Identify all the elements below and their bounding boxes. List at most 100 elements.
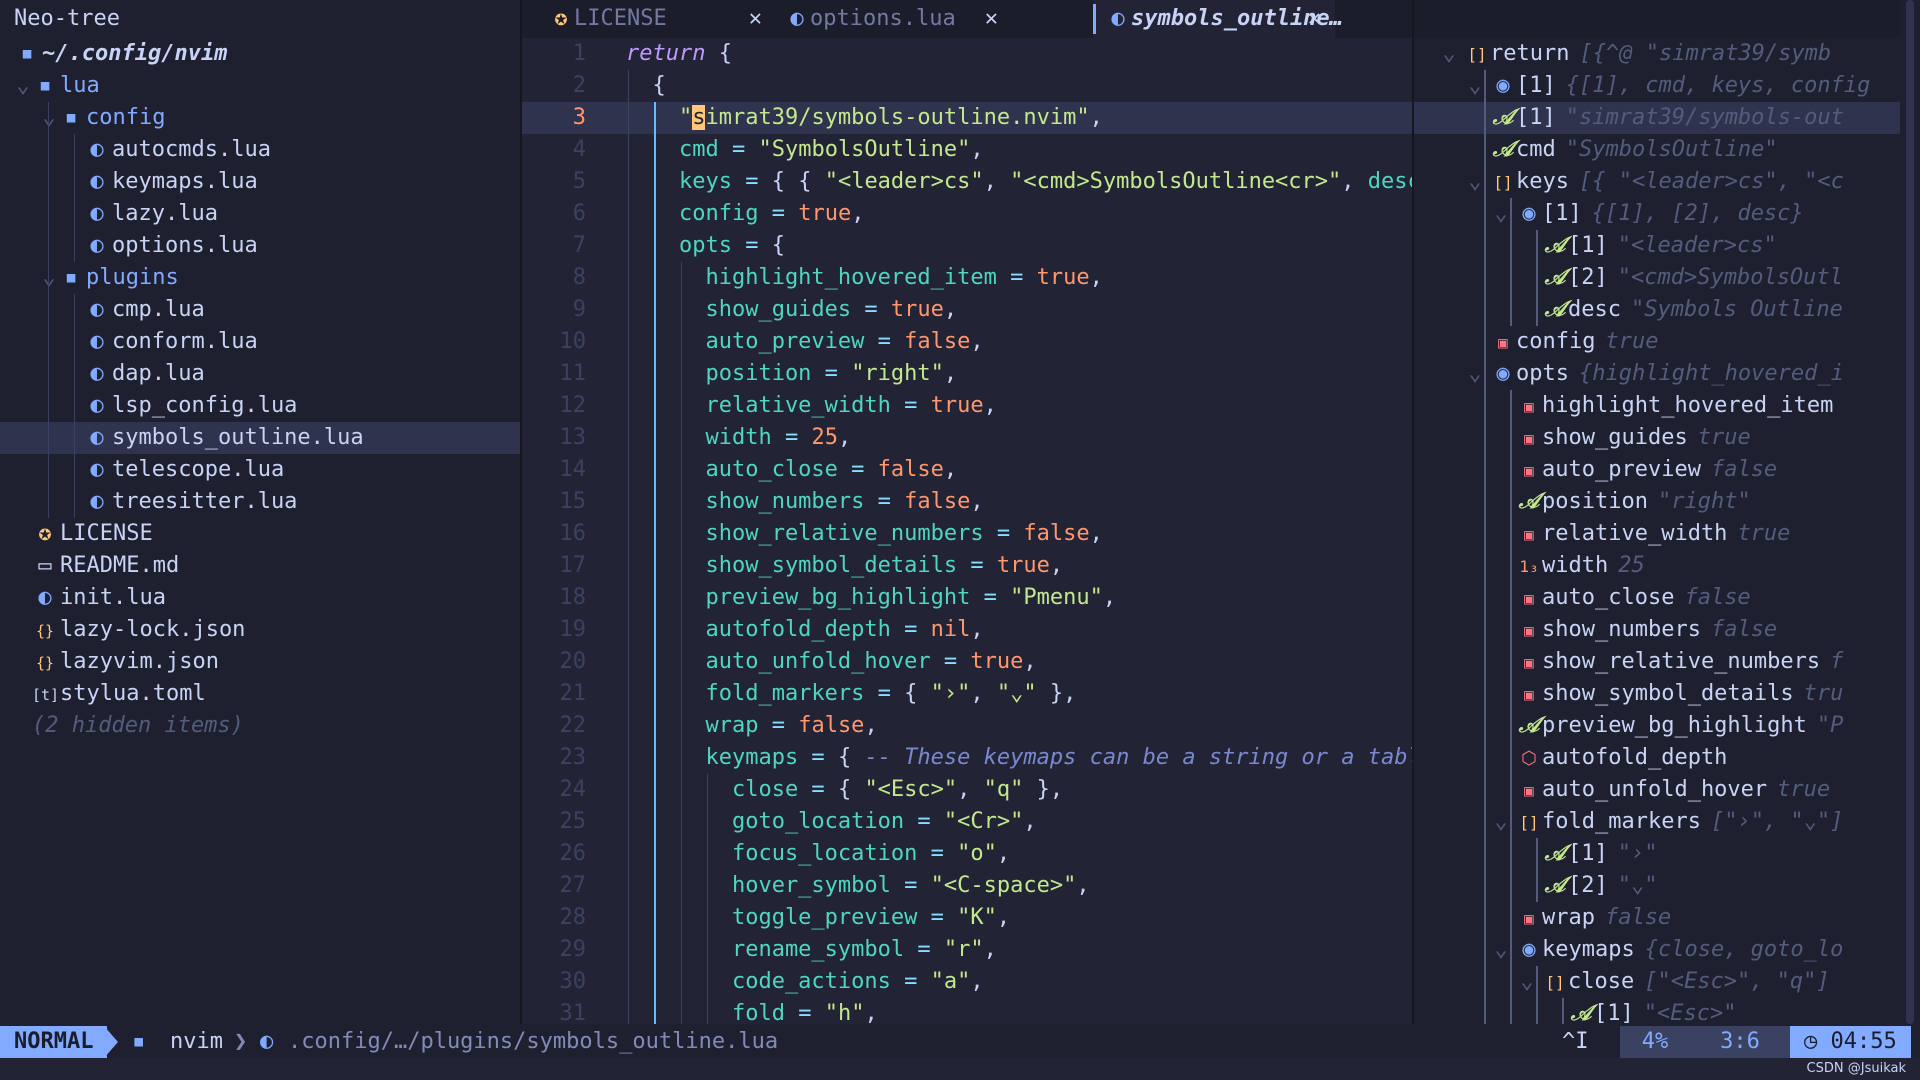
code-line[interactable]: 12 relative_width = true, bbox=[522, 390, 1412, 422]
outline-symbol[interactable]: ▣ relative_width true bbox=[1414, 518, 1900, 550]
outline-symbol[interactable]: ▣ show_relative_numbers f bbox=[1414, 646, 1900, 678]
symbols-outline-panel[interactable]: ⌄[] return [{^@ "simrat39/symb ⌄ ◉ [1] {[1], c… bbox=[1414, 38, 1900, 1024]
outline-symbol[interactable]: ⬡ autofold_depth bbox=[1414, 742, 1900, 774]
tree-file[interactable]: ▭ README.md bbox=[0, 550, 520, 582]
tree-folder[interactable]: ⌄ ▪ config bbox=[0, 102, 520, 134]
neo-tree-panel[interactable]: Neo-tree ▪ ~/.config/nvim ⌄ ▪ lua ⌄ ▪ config ◐ au… bbox=[0, 0, 520, 1024]
outline-symbol[interactable]: 𝒜desc "Symbols Outline bbox=[1414, 294, 1900, 326]
outline-symbol[interactable]: ▣ highlight_hovered_item bbox=[1414, 390, 1900, 422]
tree-file[interactable]: {} lazyvim.json bbox=[0, 646, 520, 678]
tree-file[interactable]: ◐ conform.lua bbox=[0, 326, 520, 358]
close-icon[interactable]: ✕ bbox=[1308, 0, 1321, 38]
code-line[interactable]: 11 position = "right", bbox=[522, 358, 1412, 390]
code-line[interactable]: 16 show_relative_numbers = false, bbox=[522, 518, 1412, 550]
outline-symbol[interactable]: ⌄ [] return [{^@ "simrat39/symb bbox=[1414, 38, 1900, 70]
outline-symbol[interactable]: ▣ show_guides true bbox=[1414, 422, 1900, 454]
tree-hidden-items[interactable]: (2 hidden items) bbox=[0, 710, 520, 742]
tree-folder[interactable]: ▪ ~/.config/nvim bbox=[0, 38, 520, 70]
outline-symbol[interactable]: ▣ auto_preview false bbox=[1414, 454, 1900, 486]
outline-symbol[interactable]: ⌄ ◉ [1] {[1], [2], desc} bbox=[1414, 198, 1900, 230]
code-line[interactable]: 1 return { bbox=[522, 38, 1412, 70]
tab-symbols-outline-[interactable]: ◐ symbols_outline… ✕ bbox=[1093, 0, 1343, 38]
tree-folder[interactable]: ⌄ ▪ lua bbox=[0, 70, 520, 102]
tree-file[interactable]: ◐ symbols_outline.lua bbox=[0, 422, 520, 454]
scrollbar-thumb[interactable] bbox=[1906, 0, 1914, 1024]
code-line[interactable]: 21 fold_markers = { "›", "⌄" }, bbox=[522, 678, 1412, 710]
outline-symbol[interactable]: 1₃ width 25 bbox=[1414, 550, 1900, 582]
outline-symbol[interactable]: 𝒜 [2] "⌄" bbox=[1414, 870, 1900, 902]
outline-symbol[interactable]: ▣ auto_close false bbox=[1414, 582, 1900, 614]
tree-file[interactable]: ◐ init.lua bbox=[0, 582, 520, 614]
code-line[interactable]: 13 width = 25, bbox=[522, 422, 1412, 454]
chevron-down-icon[interactable]: ⌄ bbox=[14, 70, 32, 102]
outline-symbol[interactable]: ⌄ ◉ opts {highlight_hovered_i bbox=[1414, 358, 1900, 390]
outline-symbol[interactable]: ⌄ [] keys [{ "<leader>cs", "<c bbox=[1414, 166, 1900, 198]
outline-symbol[interactable]: ⌄ [] fold_markers ["›", "⌄"] bbox=[1414, 806, 1900, 838]
code-line[interactable]: 19 autofold_depth = nil, bbox=[522, 614, 1412, 646]
code-editor[interactable]: 1 return {2 {3 "simrat39/symbols-outline.… bbox=[522, 38, 1412, 1024]
code-line[interactable]: 15 show_numbers = false, bbox=[522, 486, 1412, 518]
code-line[interactable]: 25 goto_location = "<Cr>", bbox=[522, 806, 1412, 838]
code-line[interactable]: 3 "simrat39/symbols-outline.nvim", bbox=[522, 102, 1412, 134]
chevron-down-icon[interactable]: ⌄ bbox=[1466, 358, 1484, 390]
tab-options-lua[interactable]: ◐ options.lua ✕ bbox=[772, 0, 1012, 38]
chevron-down-icon[interactable]: ⌄ bbox=[40, 262, 58, 294]
outline-symbol[interactable]: ▣ show_symbol_details tru bbox=[1414, 678, 1900, 710]
outline-symbol[interactable]: 𝒜 [1] "›" bbox=[1414, 838, 1900, 870]
chevron-down-icon[interactable]: ⌄ bbox=[1440, 38, 1458, 70]
outline-symbol[interactable]: ▣ config true bbox=[1414, 326, 1900, 358]
tree-file[interactable]: [t]stylua.toml bbox=[0, 678, 520, 710]
tree-file[interactable]: ◐ autocmds.lua bbox=[0, 134, 520, 166]
close-icon[interactable]: ✕ bbox=[985, 0, 998, 38]
code-line[interactable]: 6 config = true, bbox=[522, 198, 1412, 230]
chevron-down-icon[interactable]: ⌄ bbox=[1466, 70, 1484, 102]
tree-file[interactable]: ◐ options.lua bbox=[0, 230, 520, 262]
code-line[interactable]: 30 code_actions = "a", bbox=[522, 966, 1412, 998]
code-line[interactable]: 23 keymaps = { -- These keymaps can be a… bbox=[522, 742, 1412, 774]
outline-symbol[interactable]: 𝒜 [1] "<leader>cs" bbox=[1414, 230, 1900, 262]
code-line[interactable]: 26 focus_location = "o", bbox=[522, 838, 1412, 870]
code-line[interactable]: 27 hover_symbol = "<C-space>", bbox=[522, 870, 1412, 902]
code-line[interactable]: 20 auto_unfold_hover = true, bbox=[522, 646, 1412, 678]
tree-file[interactable]: ◐ cmp.lua bbox=[0, 294, 520, 326]
file-tree[interactable]: ▪ ~/.config/nvim ⌄ ▪ lua ⌄ ▪ config ◐ autocmds.lu… bbox=[0, 38, 520, 742]
outline-symbol[interactable]: 𝒜 [1] "<Esc>" bbox=[1414, 998, 1900, 1024]
outline-symbol[interactable]: ⌄ ◉ [1] {[1], cmd, keys, config bbox=[1414, 70, 1900, 102]
chevron-down-icon[interactable]: ⌄ bbox=[1492, 806, 1510, 838]
code-line[interactable]: 9 show_guides = true, bbox=[522, 294, 1412, 326]
chevron-down-icon[interactable]: ⌄ bbox=[1492, 934, 1510, 966]
code-line[interactable]: 22 wrap = false, bbox=[522, 710, 1412, 742]
code-line[interactable]: 2 { bbox=[522, 70, 1412, 102]
tree-file[interactable]: ◐ lazy.lua bbox=[0, 198, 520, 230]
chevron-down-icon[interactable]: ⌄ bbox=[1466, 166, 1484, 198]
code-line[interactable]: 14 auto_close = false, bbox=[522, 454, 1412, 486]
tree-file[interactable]: ◐ keymaps.lua bbox=[0, 166, 520, 198]
outline-symbol[interactable]: 𝒜 [2] "<cmd>SymbolsOutl bbox=[1414, 262, 1900, 294]
tree-folder[interactable]: ⌄ ▪ plugins bbox=[0, 262, 520, 294]
tree-file[interactable]: ◐ lsp_config.lua bbox=[0, 390, 520, 422]
outline-symbol[interactable]: ▣ auto_unfold_hover true bbox=[1414, 774, 1900, 806]
code-line[interactable]: 31 fold = "h", bbox=[522, 998, 1412, 1024]
chevron-down-icon[interactable]: ⌄ bbox=[1492, 198, 1510, 230]
tree-file[interactable]: {} lazy-lock.json bbox=[0, 614, 520, 646]
code-line[interactable]: 29 rename_symbol = "r", bbox=[522, 934, 1412, 966]
code-line[interactable]: 8 highlight_hovered_item = true, bbox=[522, 262, 1412, 294]
scrollbar[interactable] bbox=[1900, 0, 1920, 1024]
code-line[interactable]: 17 show_symbol_details = true, bbox=[522, 550, 1412, 582]
outline-symbol[interactable]: ▣ show_numbers false bbox=[1414, 614, 1900, 646]
code-line[interactable]: 5 keys = { { "<leader>cs", "<cmd>Symbols… bbox=[522, 166, 1412, 198]
outline-symbol[interactable]: 𝒜preview_bg_highlight "P bbox=[1414, 710, 1900, 742]
chevron-down-icon[interactable]: ⌄ bbox=[40, 102, 58, 134]
tree-file[interactable]: ◐ dap.lua bbox=[0, 358, 520, 390]
code-line[interactable]: 10 auto_preview = false, bbox=[522, 326, 1412, 358]
tab-license[interactable]: ✪ LICENSE ✕ bbox=[536, 0, 776, 38]
code-line[interactable]: 28 toggle_preview = "K", bbox=[522, 902, 1412, 934]
outline-symbol[interactable]: ⌄ ◉ keymaps {close, goto_lo bbox=[1414, 934, 1900, 966]
tree-file[interactable]: ◐ treesitter.lua bbox=[0, 486, 520, 518]
code-line[interactable]: 24 close = { "<Esc>", "q" }, bbox=[522, 774, 1412, 806]
chevron-down-icon[interactable]: ⌄ bbox=[1518, 966, 1536, 998]
outline-symbol[interactable]: ▣ wrap false bbox=[1414, 902, 1900, 934]
outline-symbol[interactable]: 𝒜cmd "SymbolsOutline" bbox=[1414, 134, 1900, 166]
tree-file[interactable]: ✪ LICENSE bbox=[0, 518, 520, 550]
tree-file[interactable]: ◐ telescope.lua bbox=[0, 454, 520, 486]
